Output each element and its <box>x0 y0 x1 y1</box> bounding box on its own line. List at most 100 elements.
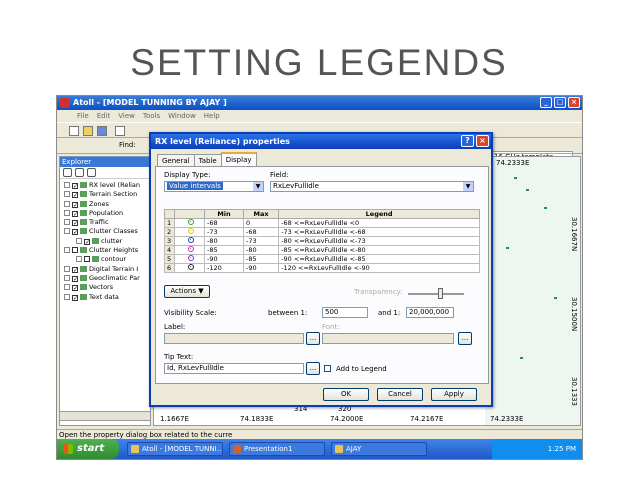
expand-icon[interactable] <box>64 293 70 300</box>
menu-file[interactable]: File <box>77 110 89 122</box>
menu-edit[interactable]: Edit <box>97 110 111 122</box>
min-cell[interactable]: -73 <box>204 227 244 237</box>
max-cell[interactable]: -73 <box>242 236 280 246</box>
start-button[interactable]: start <box>57 439 119 459</box>
ok-button[interactable]: OK <box>323 388 369 401</box>
tree-checkbox[interactable] <box>72 247 78 254</box>
symbol-cell[interactable] <box>174 218 205 228</box>
maximize-button[interactable]: □ <box>554 97 566 108</box>
tree-checkbox[interactable] <box>72 266 78 273</box>
min-cell[interactable]: -120 <box>204 263 244 273</box>
tree-item[interactable]: Vectors <box>60 283 150 292</box>
legend-cell[interactable]: -80 <=RxLevFullIdle <-73 <box>278 236 480 246</box>
tree-checkbox[interactable] <box>72 285 78 292</box>
min-cell[interactable]: -90 <box>204 254 244 264</box>
symbol-cell[interactable] <box>174 263 205 273</box>
tree-checkbox[interactable] <box>72 275 78 282</box>
row-number[interactable]: 6 <box>164 263 175 273</box>
tree-item[interactable]: RX level (Relian <box>60 181 150 190</box>
task-presentation[interactable]: Presentation1 <box>229 442 325 456</box>
label-input[interactable] <box>164 333 304 344</box>
tree-checkbox[interactable] <box>72 294 78 301</box>
legend-cell[interactable]: -85 <=RxLevFullIdle <-80 <box>278 245 480 255</box>
menu-tools[interactable]: Tools <box>143 110 160 122</box>
task-ajay-folder[interactable]: AJAY <box>331 442 427 456</box>
table-row[interactable]: 5 -90 -85 -90 <=RxLevFullIdle <-85 <box>164 254 480 264</box>
actions-button[interactable]: Actions ▼ <box>164 285 210 298</box>
expand-icon[interactable] <box>64 247 70 254</box>
menu-window[interactable]: Window <box>168 110 196 122</box>
row-number[interactable]: 2 <box>164 227 175 237</box>
display-type-select[interactable]: Value intervals ▼ <box>164 181 264 192</box>
close-button[interactable]: × <box>568 97 580 108</box>
new-file-icon[interactable] <box>69 126 79 136</box>
font-input[interactable] <box>322 333 454 344</box>
tree-item[interactable]: Clutter Heights <box>60 246 150 255</box>
expand-icon[interactable] <box>76 256 82 263</box>
tree-item[interactable]: clutter <box>60 237 150 246</box>
legend-cell[interactable]: -90 <=RxLevFullIdle <-85 <box>278 254 480 264</box>
add-to-legend-checkbox[interactable] <box>324 365 331 372</box>
table-row[interactable]: 6 -120 -90 -120 <=RxLevFullIdle <-90 <box>164 263 480 273</box>
explorer-parameters-icon[interactable] <box>87 168 96 177</box>
dialog-close-button[interactable]: × <box>476 135 489 147</box>
symbol-cell[interactable] <box>174 236 205 246</box>
help-button[interactable]: ? <box>461 135 474 147</box>
tree-item[interactable]: Digital Terrain I <box>60 265 150 274</box>
max-cell[interactable]: -90 <box>242 263 280 273</box>
expand-icon[interactable] <box>64 191 70 198</box>
label-browse-button[interactable]: ... <box>306 332 320 345</box>
transparency-slider[interactable] <box>438 288 443 299</box>
expand-icon[interactable] <box>64 182 70 188</box>
expand-icon[interactable] <box>76 237 82 244</box>
table-row[interactable]: 1 -68 0 -68 <=RxLevFullIdle <0 <box>164 218 480 228</box>
task-atoll[interactable]: Atoll - [MODEL TUNNI... <box>127 442 223 456</box>
tree-checkbox[interactable] <box>72 183 78 189</box>
tree-item[interactable]: Text data <box>60 293 150 302</box>
tree-item[interactable]: Traffic <box>60 218 150 227</box>
cancel-button[interactable]: Cancel <box>377 388 423 401</box>
expand-icon[interactable] <box>64 274 70 281</box>
tree-checkbox[interactable] <box>84 256 90 263</box>
expand-icon[interactable] <box>64 284 70 291</box>
menu-help[interactable]: Help <box>204 110 220 122</box>
tree-item[interactable]: Population <box>60 209 150 218</box>
tree-item[interactable]: Zones <box>60 200 150 209</box>
tree-checkbox[interactable] <box>72 229 78 236</box>
field-select[interactable]: RxLevFullIdle ▼ <box>270 181 474 192</box>
tree-checkbox[interactable] <box>72 201 78 208</box>
max-cell[interactable]: 0 <box>242 218 280 228</box>
row-number[interactable]: 3 <box>164 236 175 246</box>
symbol-cell[interactable] <box>174 254 205 264</box>
tip-text-input[interactable]: Id, RxLevFullIdle <box>164 363 304 374</box>
between-scale-input[interactable]: 500 <box>322 307 368 318</box>
tree-checkbox[interactable] <box>84 238 90 245</box>
minimize-button[interactable]: _ <box>540 97 552 108</box>
apply-button[interactable]: Apply <box>431 388 477 401</box>
max-cell[interactable]: -68 <box>242 227 280 237</box>
expand-icon[interactable] <box>64 200 70 207</box>
save-icon[interactable] <box>97 126 107 136</box>
open-folder-icon[interactable] <box>83 126 93 136</box>
legend-cell[interactable]: -68 <=RxLevFullIdle <0 <box>278 218 480 228</box>
row-number[interactable]: 5 <box>164 254 175 264</box>
min-cell[interactable]: -68 <box>204 218 244 228</box>
row-number[interactable]: 4 <box>164 245 175 255</box>
expand-icon[interactable] <box>64 228 70 235</box>
expand-icon[interactable] <box>64 219 70 226</box>
legend-cell[interactable]: -73 <=RxLevFullIdle <-68 <box>278 227 480 237</box>
explorer-scrollbar[interactable] <box>59 411 151 421</box>
symbol-cell[interactable] <box>174 245 205 255</box>
row-number[interactable]: 1 <box>164 218 175 228</box>
tree-checkbox[interactable] <box>72 192 78 199</box>
table-row[interactable]: 2 -73 -68 -73 <=RxLevFullIdle <-68 <box>164 227 480 237</box>
explorer-data-icon[interactable] <box>63 168 72 177</box>
tree-checkbox[interactable] <box>72 210 78 217</box>
max-cell[interactable]: -85 <box>242 254 280 264</box>
table-row[interactable]: 4 -85 -80 -85 <=RxLevFullIdle <-80 <box>164 245 480 255</box>
legend-cell[interactable]: -120 <=RxLevFullIdle <-90 <box>278 263 480 273</box>
tree-item[interactable]: Terrain Section <box>60 190 150 199</box>
menu-view[interactable]: View <box>118 110 135 122</box>
font-browse-button[interactable]: ... <box>458 332 472 345</box>
symbol-cell[interactable] <box>174 227 205 237</box>
